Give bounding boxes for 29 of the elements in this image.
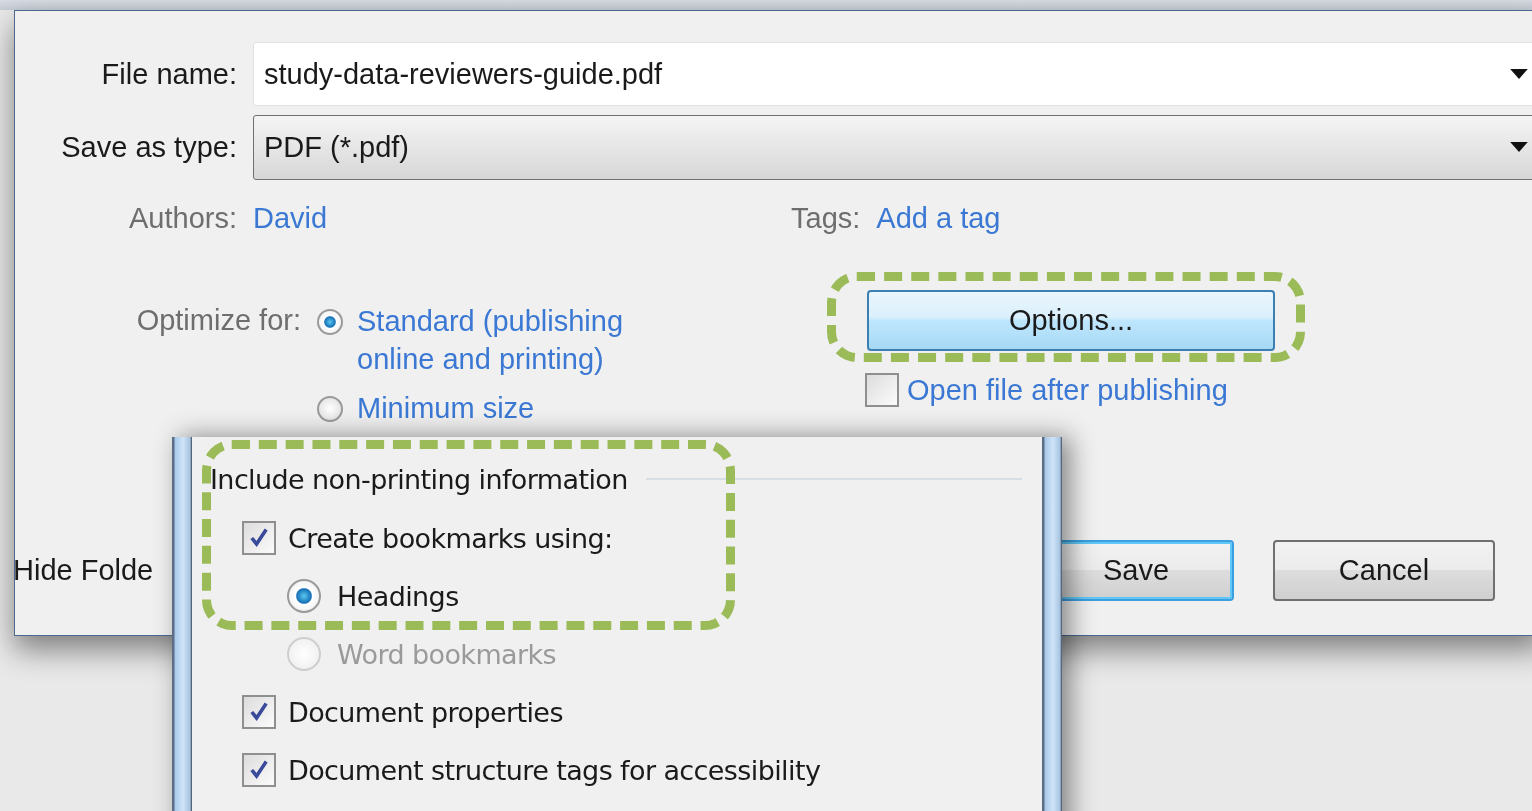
field-label: File name: — [100, 57, 237, 91]
authors-value[interactable]: David — [253, 201, 328, 235]
checkbox[interactable] — [242, 753, 276, 787]
radio-label[interactable]: Minimum size — [357, 389, 657, 427]
option-label[interactable]: Headings — [337, 580, 459, 612]
radio-label[interactable]: Standard (publishing online and printing) — [357, 302, 657, 378]
cancel-button[interactable]: Cancel — [1273, 540, 1495, 601]
add-tag-link[interactable]: Add a tag — [876, 201, 1001, 235]
options-button[interactable]: Options... — [867, 290, 1275, 351]
file-name-field[interactable]: study-data-reviewers-guide.pdf — [253, 42, 1532, 106]
checkbox-label[interactable]: Open file after publishing — [907, 373, 1228, 407]
checkbox[interactable] — [242, 521, 276, 555]
radio-button[interactable] — [287, 579, 321, 613]
save-as-type-dropdown[interactable]: PDF (*.pdf) — [253, 115, 1532, 180]
section-heading: Include non-printing information — [210, 463, 628, 495]
radio-button[interactable] — [317, 396, 343, 422]
checkbox[interactable] — [242, 695, 276, 729]
option-label[interactable]: Create bookmarks using: — [288, 522, 613, 554]
checkbox[interactable] — [865, 373, 899, 407]
field-label: Save as type: — [60, 131, 237, 164]
optimize-label: Optimize for: — [135, 304, 301, 337]
caret-icon — [1510, 68, 1528, 80]
hide-folders-link[interactable]: Hide Folde — [13, 554, 154, 587]
authors-label: Authors: — [128, 201, 237, 235]
caret-icon — [1510, 142, 1528, 153]
option-label[interactable]: Document properties — [288, 696, 563, 728]
tags-label: Tags: — [791, 201, 861, 235]
radio-button[interactable] — [317, 309, 343, 335]
option-label[interactable]: Document structure tags for accessibility — [288, 754, 821, 786]
